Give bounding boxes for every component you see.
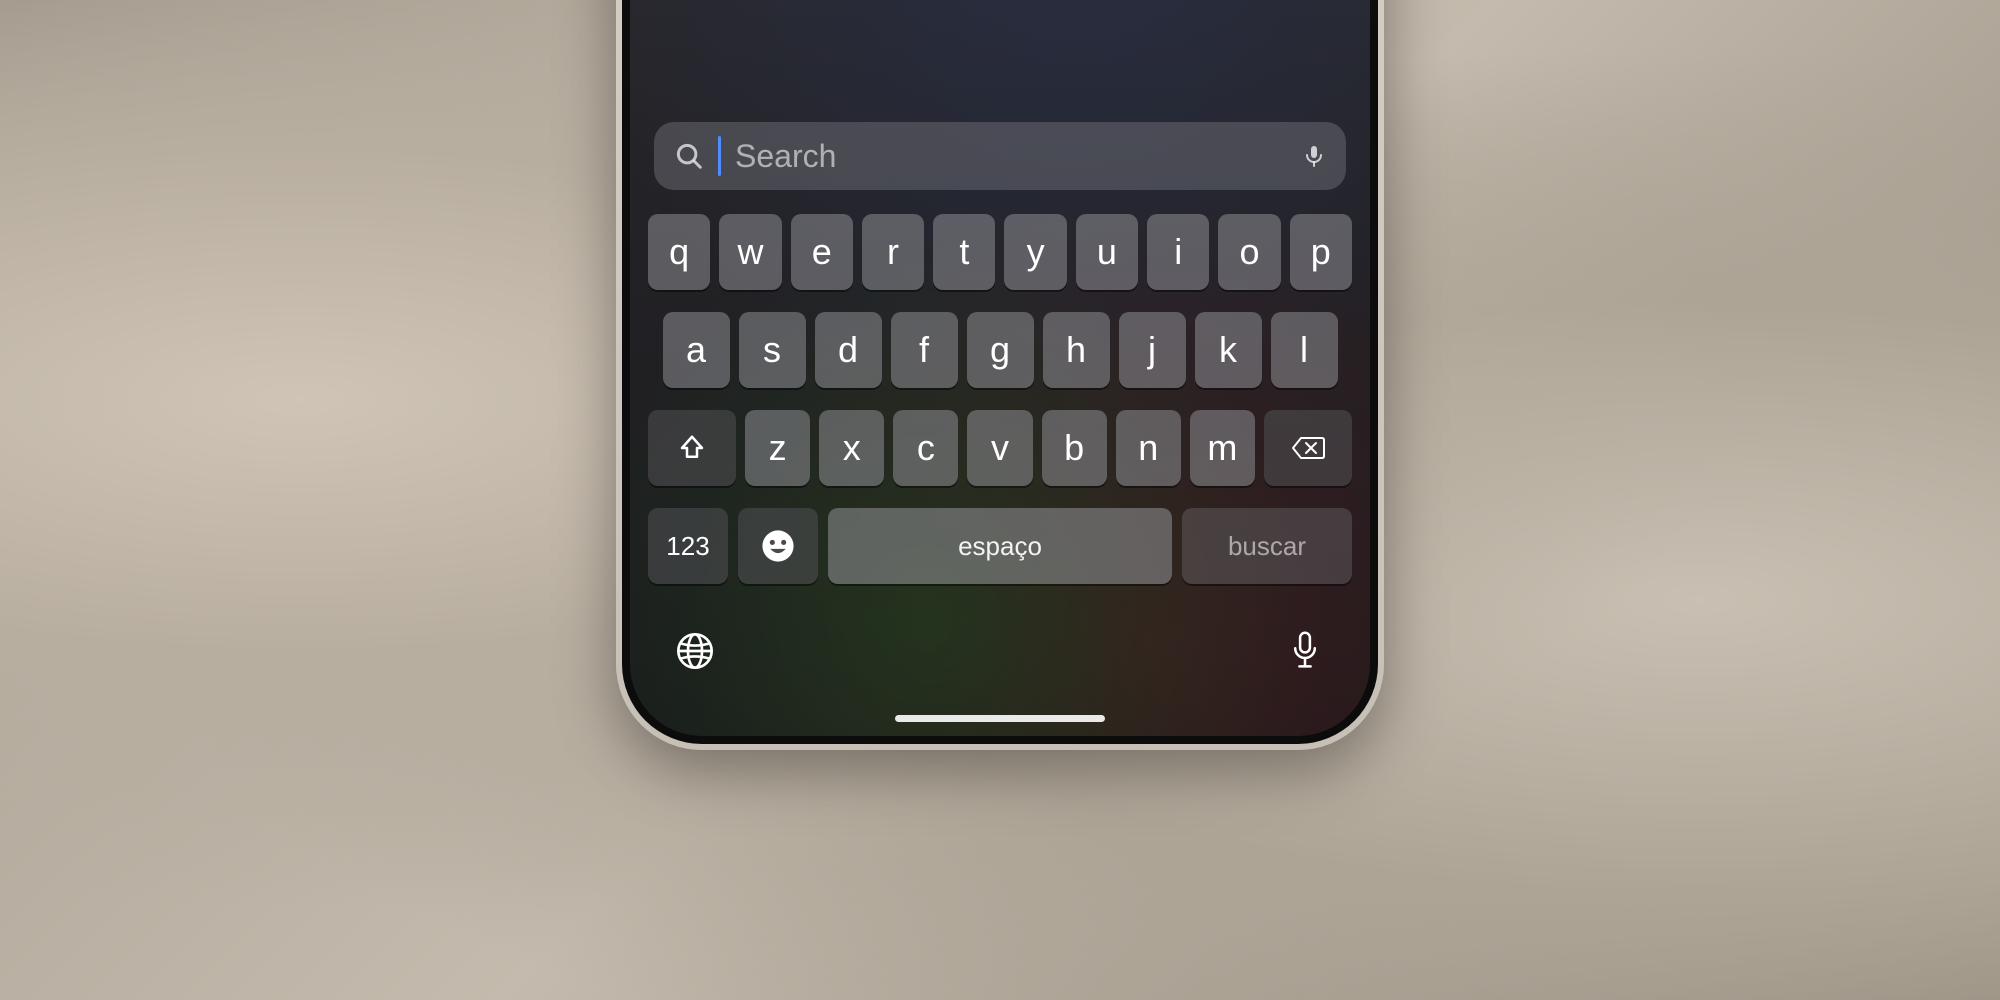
keyboard-row-1: q w e r t y u i o p xyxy=(648,214,1352,290)
key-b[interactable]: b xyxy=(1042,410,1107,486)
phone-frame: q w e r t y u i o p a s d f g h xyxy=(616,0,1384,750)
spotlight-search-bar[interactable] xyxy=(654,122,1346,190)
key-e[interactable]: e xyxy=(791,214,853,290)
key-d[interactable]: d xyxy=(815,312,882,388)
keyboard-row-3: z x c v b n m xyxy=(648,410,1352,486)
keyboard-bottom-bar xyxy=(630,616,1370,686)
key-o[interactable]: o xyxy=(1218,214,1280,290)
keyboard: q w e r t y u i o p a s d f g h xyxy=(648,214,1352,584)
key-x[interactable]: x xyxy=(819,410,884,486)
backspace-key[interactable] xyxy=(1264,410,1352,486)
globe-icon[interactable] xyxy=(674,630,716,672)
key-s[interactable]: s xyxy=(739,312,806,388)
key-y[interactable]: y xyxy=(1004,214,1066,290)
key-f[interactable]: f xyxy=(891,312,958,388)
microphone-icon[interactable] xyxy=(1302,141,1326,171)
key-u[interactable]: u xyxy=(1076,214,1138,290)
key-l[interactable]: l xyxy=(1271,312,1338,388)
keyboard-row-2: a s d f g h j k l xyxy=(648,312,1352,388)
key-a[interactable]: a xyxy=(663,312,730,388)
dictation-icon[interactable] xyxy=(1284,630,1326,672)
emoji-key[interactable] xyxy=(738,508,818,584)
key-h[interactable]: h xyxy=(1043,312,1110,388)
key-c[interactable]: c xyxy=(893,410,958,486)
key-n[interactable]: n xyxy=(1116,410,1181,486)
home-indicator[interactable] xyxy=(895,715,1105,722)
key-i[interactable]: i xyxy=(1147,214,1209,290)
search-input[interactable] xyxy=(735,138,1288,175)
key-p[interactable]: p xyxy=(1290,214,1352,290)
text-cursor xyxy=(718,136,721,176)
phone-bezel: q w e r t y u i o p a s d f g h xyxy=(622,0,1378,744)
numbers-key[interactable]: 123 xyxy=(648,508,728,584)
key-t[interactable]: t xyxy=(933,214,995,290)
phone-screen: q w e r t y u i o p a s d f g h xyxy=(630,0,1370,736)
search-icon xyxy=(674,141,704,171)
key-g[interactable]: g xyxy=(967,312,1034,388)
key-v[interactable]: v xyxy=(967,410,1032,486)
key-m[interactable]: m xyxy=(1190,410,1255,486)
keyboard-row-4: 123 espaço buscar xyxy=(648,508,1352,584)
space-key[interactable]: espaço xyxy=(828,508,1172,584)
key-k[interactable]: k xyxy=(1195,312,1262,388)
key-w[interactable]: w xyxy=(719,214,781,290)
search-action-key[interactable]: buscar xyxy=(1182,508,1352,584)
key-z[interactable]: z xyxy=(745,410,810,486)
key-q[interactable]: q xyxy=(648,214,710,290)
shift-key[interactable] xyxy=(648,410,736,486)
key-j[interactable]: j xyxy=(1119,312,1186,388)
key-r[interactable]: r xyxy=(862,214,924,290)
